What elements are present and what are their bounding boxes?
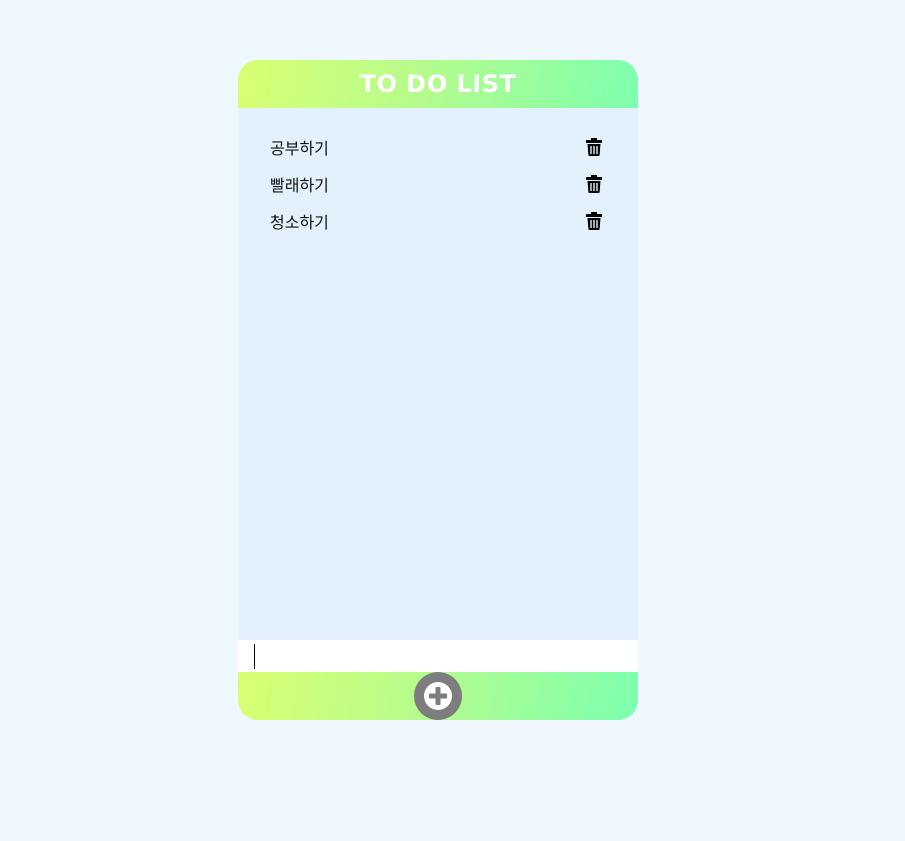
app-footer bbox=[238, 672, 638, 720]
list-item: 공부하기 bbox=[238, 128, 638, 165]
todo-input[interactable] bbox=[254, 640, 638, 672]
list-item: 청소하기 bbox=[238, 202, 638, 239]
app-header: TO DO LIST bbox=[238, 60, 638, 108]
todo-list: 공부하기 빨래하기 청소하기 bbox=[238, 108, 638, 640]
text-caret bbox=[254, 644, 255, 669]
todo-text: 공부하기 bbox=[270, 138, 329, 158]
trash-icon[interactable] bbox=[586, 137, 602, 156]
trash-icon[interactable] bbox=[586, 174, 602, 193]
list-item: 빨래하기 bbox=[238, 165, 638, 202]
todo-app: TO DO LIST 공부하기 빨래하기 청소하기 bbox=[238, 60, 638, 720]
plus-circle-icon bbox=[424, 682, 452, 710]
todo-text: 청소하기 bbox=[270, 212, 329, 232]
todo-input-bar bbox=[238, 640, 638, 672]
add-todo-button[interactable] bbox=[414, 672, 462, 720]
todo-text: 빨래하기 bbox=[270, 175, 329, 195]
trash-icon[interactable] bbox=[586, 211, 602, 230]
page-title: TO DO LIST bbox=[359, 70, 517, 98]
